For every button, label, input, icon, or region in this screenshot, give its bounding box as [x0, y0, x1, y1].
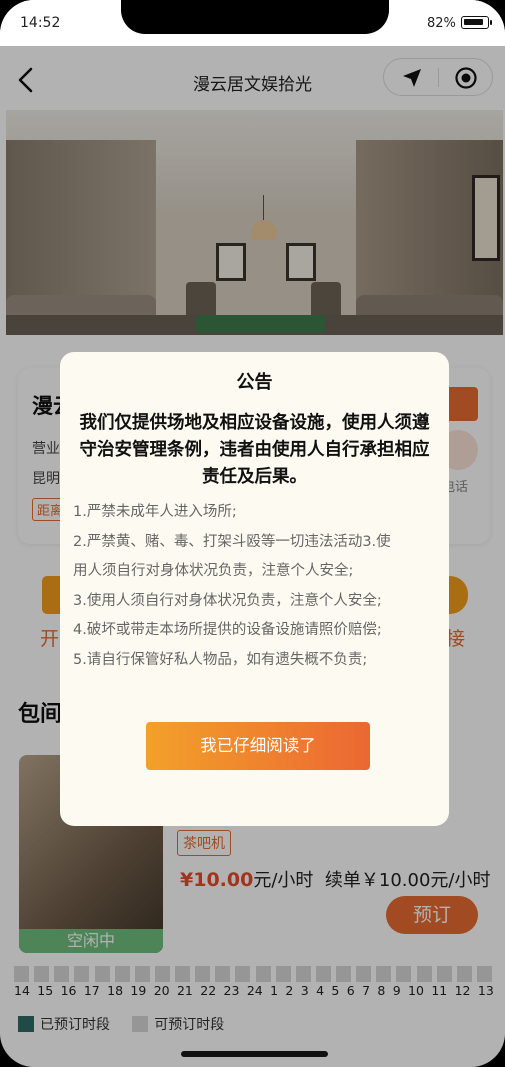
confirm-read-button[interactable]: 我已仔细阅读了 — [146, 722, 370, 770]
rule-item: 3.使用人须自行对身体状况负责，注意个人安全; — [73, 592, 382, 609]
dialog-headline: 我们仅提供场地及相应设备设施，使用人须遵守治安管理条例，违者由使用人自行承担相应… — [79, 413, 430, 487]
dialog-title: 公告 — [236, 372, 273, 393]
rule-item: 2.严禁黄、赌、毒、打架斗殴等一切违法活动3.使 — [73, 533, 391, 550]
battery-percentage: 82% — [427, 16, 456, 31]
camera-notch — [121, 0, 389, 34]
battery-icon — [461, 16, 492, 29]
phone-screen: 14:52 82% 漫云居文娱拾光 漫云 营业 昆明 距离 电话 开 接 包间 … — [0, 0, 505, 1067]
rule-item: 1.严禁未成年人进入场所; — [73, 504, 237, 520]
rule-item: 5.请自行保管好私人物品，如有遗失概不负责; — [73, 651, 368, 668]
status-time: 14:52 — [20, 15, 61, 31]
home-indicator[interactable] — [181, 1051, 328, 1057]
notice-dialog: 公告 我们仅提供场地及相应设备设施，使用人须遵守治安管理条例，违者由使用人自行承… — [60, 352, 449, 826]
rule-item: 4.破坏或带走本场所提供的设备设施请照价赔偿; — [73, 622, 382, 638]
status-bar: 14:52 82% — [0, 0, 505, 46]
rule-item: 用人须自行对身体状况负责，注意个人安全; — [73, 563, 354, 579]
rules-list: 1.严禁未成年人进入场所; 2.严禁黄、赌、毒、打架斗殴等一切违法活动3.使 用… — [73, 498, 439, 675]
